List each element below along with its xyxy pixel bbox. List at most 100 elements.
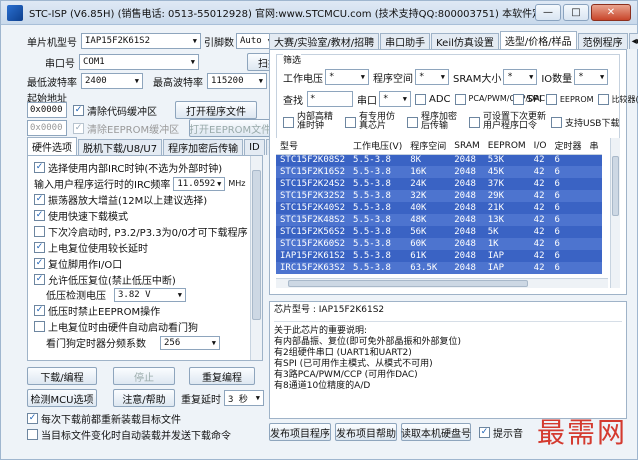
lvd-select[interactable]: 3.82 V ▼ (114, 287, 186, 302)
tab-selection[interactable]: 选型/价格/样品 (499, 31, 577, 49)
maximize-button[interactable]: □ (563, 4, 589, 21)
checkbox-icon[interactable]: ✓ (34, 274, 45, 285)
pca-checkbox[interactable] (454, 93, 466, 105)
table-hscrollbar[interactable] (276, 278, 608, 288)
option-internal-irc[interactable]: ✓ 选择使用内部IRC时钟(不选为外部时钟) (34, 160, 222, 175)
auto-send-checkbox[interactable] (27, 429, 38, 440)
option-fast-download[interactable]: ✓ 使用快速下载模式 (34, 208, 128, 223)
close-button[interactable]: ✕ (591, 4, 631, 21)
min-baud-select[interactable]: 2400 ▼ (81, 73, 143, 89)
option-lvd-reset[interactable]: ✓ 允许低压复位(禁止低压中断) (34, 272, 176, 287)
option-lvd-eeprom[interactable]: ✓ 低压时禁止EEPROM操作 (34, 303, 160, 318)
table-row[interactable]: STC15F2K48S2 5.5-3.8 48K 2048 13K 42 6 (276, 214, 603, 226)
io-select[interactable]: * ▼ (574, 69, 609, 85)
option-osc-gain[interactable]: ✓ 振荡器放大增益(12M以上建议选择) (34, 192, 207, 207)
clear-eeprom-checkbox[interactable]: ✓ (73, 122, 84, 134)
auto-send-row[interactable]: 当目标文件变化时自动装载并发送下载命令 (27, 427, 231, 442)
table-row[interactable]: STC15F2K16S2 5.5-3.8 16K 2048 45K 42 6 (276, 166, 603, 178)
column-header[interactable]: 定时器 (550, 138, 586, 155)
voltage-select[interactable]: * ▼ (325, 69, 369, 85)
wdt-select[interactable]: 256 ▼ (160, 335, 220, 350)
column-header[interactable]: 工作电压(V) (349, 138, 407, 155)
checkbox-icon[interactable]: ✓ (34, 210, 45, 221)
encrypt-checkbox[interactable] (407, 116, 418, 128)
cmp-checkbox[interactable] (597, 93, 609, 105)
reprogram-button[interactable]: 重复编程 (189, 367, 255, 385)
check-mcu-button[interactable]: 检测MCU选项 (27, 389, 97, 407)
option-auto-wdt[interactable]: 上电复位时由硬件自动启动看门狗 (34, 319, 198, 334)
column-header[interactable]: 串 (585, 138, 603, 155)
tab-id[interactable]: ID (244, 139, 265, 155)
table-row[interactable]: STC15F2K24S2 5.5-3.8 24K 2048 37K 42 6 (276, 178, 603, 190)
table-cell: 5.5-3.8 (349, 190, 407, 202)
table-vscrollbar[interactable] (610, 138, 620, 288)
ext-checkbox[interactable] (469, 116, 480, 128)
help-button[interactable]: 注意/帮助 (113, 389, 175, 407)
scrollbar-thumb[interactable] (288, 280, 528, 287)
tip-sound-checkbox[interactable]: ✓ (479, 426, 490, 438)
emu-checkbox[interactable] (345, 116, 356, 128)
column-header[interactable]: SRAM (450, 138, 484, 155)
column-header[interactable]: I/O (529, 138, 551, 155)
open-program-button[interactable]: 打开程序文件 (175, 101, 257, 119)
tab-encrypt[interactable]: 程序加密后传输 (163, 139, 244, 155)
clear-code-checkbox[interactable]: ✓ (73, 104, 84, 116)
tab-contest[interactable]: 大赛/实验室/教材/招聘 (269, 33, 380, 49)
usb-checkbox[interactable] (551, 116, 562, 128)
irc-freq-select[interactable]: 11.0592 ▼ (173, 176, 226, 191)
tab-keil-sim[interactable]: Keil仿真设置 (431, 33, 499, 49)
column-header[interactable]: EEPROM (483, 138, 530, 155)
checkbox-icon[interactable]: ✓ (34, 305, 45, 316)
table-row[interactable]: STC15F2K56S2 5.5-3.8 56K 2048 5K 42 6 (276, 226, 603, 238)
checkbox-icon[interactable]: ✓ (34, 194, 45, 205)
prog-space-select[interactable]: * ▼ (415, 69, 449, 85)
sram-select[interactable]: * ▼ (503, 69, 538, 85)
tab-hardware[interactable]: 硬件选项 (27, 137, 77, 155)
options-scrollbar[interactable] (250, 156, 262, 360)
column-header[interactable]: 型号 (276, 138, 350, 155)
table-row[interactable]: IRC15F2K63S2 5.5-3.8 63.5K 2048 IAP 42 6 (276, 262, 603, 274)
checkbox-icon[interactable] (34, 226, 45, 237)
table-row[interactable]: IAP15F2K61S2 5.5-3.8 61K 2048 IAP 42 6 (276, 250, 603, 262)
checkbox-icon[interactable]: ✓ (34, 242, 45, 253)
publish-program-button[interactable]: 发布项目程序 (269, 423, 331, 441)
rtc-checkbox[interactable] (283, 116, 294, 128)
read-disk-button[interactable]: 读取本机硬盘号 (401, 423, 471, 441)
stop-button[interactable]: 停止 (113, 367, 175, 385)
tab-serial-assistant[interactable]: 串口助手 (380, 33, 431, 49)
scrollbar-thumb[interactable] (252, 170, 261, 320)
scrollbar-thumb[interactable] (612, 156, 619, 216)
publish-help-button[interactable]: 发布项目帮助 (335, 423, 397, 441)
repeat-delay-select[interactable]: 3 秒 ▼ (224, 390, 264, 406)
option-long-reset[interactable]: ✓ 上电复位使用较长延时 (34, 240, 148, 255)
table-row[interactable]: STC15F2K32S2 5.5-3.8 32K 2048 29K 42 6 (276, 190, 603, 202)
table-row[interactable]: STC15F2K60S2 5.5-3.8 60K 2048 1K 42 6 (276, 238, 603, 250)
tab-examples[interactable]: 范例程序 (577, 33, 628, 49)
eeprom-checkbox[interactable] (545, 93, 557, 105)
table-row[interactable]: STC15F2K08S2 5.5-3.8 8K 2048 53K 42 6 (276, 154, 603, 166)
spi-checkbox[interactable] (512, 93, 524, 105)
reload-row[interactable]: ✓ 每次下载前都重新装载目标文件 (27, 411, 181, 426)
column-header[interactable]: 程序空间 (406, 138, 451, 155)
option-p32-p33[interactable]: 下次冷启动时, P3.2/P3.3为0/0才可下载程序 (34, 224, 248, 239)
adc-checkbox[interactable] (415, 93, 426, 105)
code-addr-input[interactable]: 0x0000 (27, 102, 67, 118)
option-reset-io[interactable]: ✓ 复位脚用作I/O口 (34, 256, 122, 271)
query-input[interactable]: * (307, 91, 353, 107)
max-baud-select[interactable]: 115200 ▼ (207, 73, 267, 89)
port-select[interactable]: COM1 ▼ (79, 54, 199, 70)
uart-select[interactable]: * ▼ (379, 91, 411, 107)
tab-offline[interactable]: 脱机下载/U8/U7 (78, 139, 163, 155)
reload-checkbox[interactable]: ✓ (27, 413, 38, 424)
download-button[interactable]: 下载/编程 (27, 367, 97, 385)
checkbox-icon[interactable]: ✓ (34, 162, 45, 173)
minimize-button[interactable]: — (535, 4, 561, 21)
checkbox-icon[interactable] (34, 321, 45, 332)
open-eeprom-button[interactable]: 打开EEPROM文件 (189, 119, 271, 137)
eeprom-addr-input[interactable]: 0x0000 (27, 120, 67, 136)
table-row[interactable]: STC15F2K40S2 5.5-3.8 40K 2048 21K 42 6 (276, 202, 603, 214)
mcu-select[interactable]: IAP15F2K61S2 ▼ (81, 33, 201, 49)
checkbox-icon[interactable]: ✓ (34, 258, 45, 269)
tab-scroll-arrows[interactable]: ◂▸ (628, 33, 638, 49)
info-line: 有3路PCA/PWM/CCP (可用作DAC) (274, 370, 418, 380)
